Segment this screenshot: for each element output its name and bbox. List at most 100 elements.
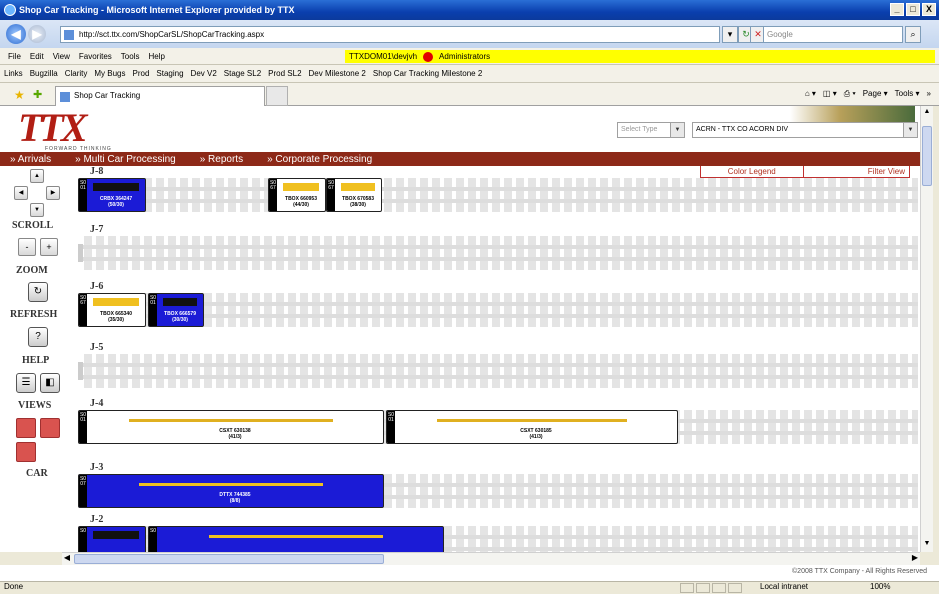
menu-view[interactable]: View (53, 52, 70, 61)
header-train-image (790, 106, 915, 122)
track-row: S001 CSXT 630138 (41/3) S001 CSXT 630185 (41/… (78, 410, 918, 444)
car-action-button-3[interactable] (16, 442, 36, 462)
track-row: S007 DTTX 744385 (8/8) (78, 474, 918, 508)
railcar[interactable]: S067 TBOX 670583 (38/30) (326, 178, 382, 212)
add-favorite-icon[interactable]: ✚ (33, 88, 42, 101)
menu-bar: File Edit View Favorites Tools Help TTXD… (0, 48, 939, 65)
link-stage-sl2[interactable]: Stage SL2 (224, 69, 261, 78)
link-prod-sl2[interactable]: Prod SL2 (268, 69, 301, 78)
vertical-scrollbar[interactable]: ▲ ▼ (920, 106, 933, 552)
tab-shop-car-tracking[interactable]: Shop Car Tracking (55, 86, 265, 106)
scroll-left-arrow-icon[interactable]: ◀ (62, 553, 72, 565)
address-bar[interactable]: http://sct.ttx.com/ShopCarSL/ShopCarTrac… (60, 26, 720, 43)
filter-view-link[interactable]: Filter View (802, 166, 910, 177)
horizontal-scrollbar[interactable]: ◀ ▶ (62, 552, 920, 565)
railcar-status-tag: S067 (269, 179, 277, 211)
railcar[interactable]: S0 (78, 526, 146, 552)
link-dev-v2[interactable]: Dev V2 (191, 69, 217, 78)
railcar[interactable]: S0 (148, 526, 444, 552)
scroll-down-arrow-icon[interactable]: ▼ (922, 540, 932, 550)
vertical-scroll-thumb[interactable] (922, 126, 932, 186)
nav-multi-car-processing[interactable]: » Multi Car Processing (75, 154, 176, 165)
app-nav-bar: » Arrivals » Multi Car Processing » Repo… (0, 152, 920, 166)
railcar-days: (8/8) (229, 498, 241, 504)
type-select[interactable]: Select Type ▼ (617, 122, 685, 138)
railcar[interactable]: S067 TBOX 665340 (35/30) (78, 293, 146, 327)
link-staging[interactable]: Staging (156, 69, 183, 78)
track-ties (84, 293, 918, 327)
page-menu[interactable]: Page ▾ (863, 89, 888, 99)
print-icon[interactable]: ⎙ ▾ (844, 89, 856, 99)
railcar-status-tag: S001 (387, 411, 395, 443)
railcar-status-tag: S001 (79, 179, 87, 211)
zoom-in-button[interactable]: + (40, 238, 58, 256)
railcar[interactable]: S001 CRBX 364247 (50/30) (78, 178, 146, 212)
scroll-left-button[interactable]: ◀ (14, 186, 28, 200)
car-action-button-1[interactable] (16, 418, 36, 438)
nav-arrivals[interactable]: » Arrivals (10, 154, 51, 165)
menu-tools[interactable]: Tools (121, 52, 140, 61)
scroll-up-arrow-icon[interactable]: ▲ (922, 108, 932, 118)
maximize-button[interactable]: □ (906, 3, 920, 16)
railcar[interactable]: S001 CSXT 630138 (41/3) (78, 410, 384, 444)
user-badge: TTXDOM01\devjvh Administrators (345, 50, 935, 63)
menu-help[interactable]: Help (148, 52, 164, 61)
railcar-days: (38/30) (350, 202, 366, 208)
minimize-button[interactable]: _ (890, 3, 904, 16)
scroll-right-button[interactable]: ▶ (46, 186, 60, 200)
favorites-star-icon[interactable]: ★ (14, 88, 25, 102)
page-footer: ©2008 TTX Company - All Rights Reserved (0, 565, 939, 581)
track-row: S001 CRBX 364247 (50/30) S067 TBOX 660953 (44… (78, 178, 918, 212)
address-dropdown-button[interactable]: ▾ (722, 26, 738, 43)
railcar[interactable]: S067 TBOX 660953 (44/30) (268, 178, 326, 212)
tab-page-icon (60, 92, 70, 102)
scroll-down-button[interactable]: ▼ (30, 203, 44, 217)
railcar-status-tag: S067 (79, 294, 87, 326)
division-select[interactable]: ACRN - TTX CO ACORN DIV ▼ (692, 122, 918, 138)
track-label: J-6 (90, 281, 104, 292)
link-shop-car-tracking-m2[interactable]: Shop Car Tracking Milestone 2 (373, 69, 482, 78)
railcar[interactable]: S001 CSXT 630185 (41/3) (386, 410, 678, 444)
scroll-up-button[interactable]: ▲ (30, 169, 44, 183)
link-clarity[interactable]: Clarity (65, 69, 88, 78)
railcar-label: TBOX 670583 (38/30) (335, 196, 381, 208)
window-view-icon[interactable]: ◧ (40, 373, 60, 393)
forward-button[interactable]: ▶ (28, 25, 46, 43)
tools-menu[interactable]: Tools ▾ (895, 89, 920, 99)
menu-file[interactable]: File (8, 52, 21, 61)
chevron-down-icon[interactable]: ▼ (903, 123, 917, 137)
zoom-out-button[interactable]: - (18, 238, 36, 256)
help-icon[interactable]: ? (28, 327, 48, 347)
link-dev-milestone-2[interactable]: Dev Milestone 2 (309, 69, 366, 78)
search-icon[interactable]: ⌕ (905, 26, 921, 43)
railcar[interactable]: S007 DTTX 744385 (8/8) (78, 474, 384, 508)
nav-reports[interactable]: » Reports (200, 154, 243, 165)
new-tab-button[interactable] (266, 86, 288, 106)
link-my-bugs[interactable]: My Bugs (94, 69, 125, 78)
close-button[interactable]: X (922, 3, 936, 16)
home-icon[interactable]: ⌂ ▾ (805, 89, 816, 99)
address-url: http://sct.ttx.com/ShopCarSL/ShopCarTrac… (79, 30, 265, 39)
more-commands[interactable]: » (927, 89, 931, 99)
nav-corporate-processing[interactable]: » Corporate Processing (267, 154, 372, 165)
feeds-icon[interactable]: ◫ ▾ (823, 89, 837, 99)
color-legend-link[interactable]: Color Legend (701, 166, 803, 177)
railcar[interactable]: S001 TBOX 666579 (30/30) (148, 293, 204, 327)
link-prod[interactable]: Prod (133, 69, 150, 78)
menu-edit[interactable]: Edit (30, 52, 44, 61)
scroll-right-arrow-icon[interactable]: ▶ (910, 553, 920, 565)
link-bugzilla[interactable]: Bugzilla (30, 69, 58, 78)
search-input[interactable]: Google (763, 26, 903, 43)
railcar-deck (341, 183, 375, 191)
list-view-icon[interactable]: ☰ (16, 373, 36, 393)
chevron-down-icon[interactable]: ▼ (670, 123, 684, 137)
control-panel: ▲ ◀ ▶ ▼ SCROLL - + ZOOM ↻ REFRESH ? HELP… (10, 166, 68, 552)
track-end-marker (78, 244, 83, 262)
back-button[interactable]: ◀ (6, 24, 26, 44)
menu-favorites[interactable]: Favorites (79, 52, 112, 61)
horizontal-scroll-thumb[interactable] (74, 554, 384, 564)
zoom-level[interactable]: 100% (870, 582, 890, 591)
car-action-button-2[interactable] (40, 418, 60, 438)
page-icon (64, 30, 74, 40)
refresh-icon[interactable]: ↻ (28, 282, 48, 302)
